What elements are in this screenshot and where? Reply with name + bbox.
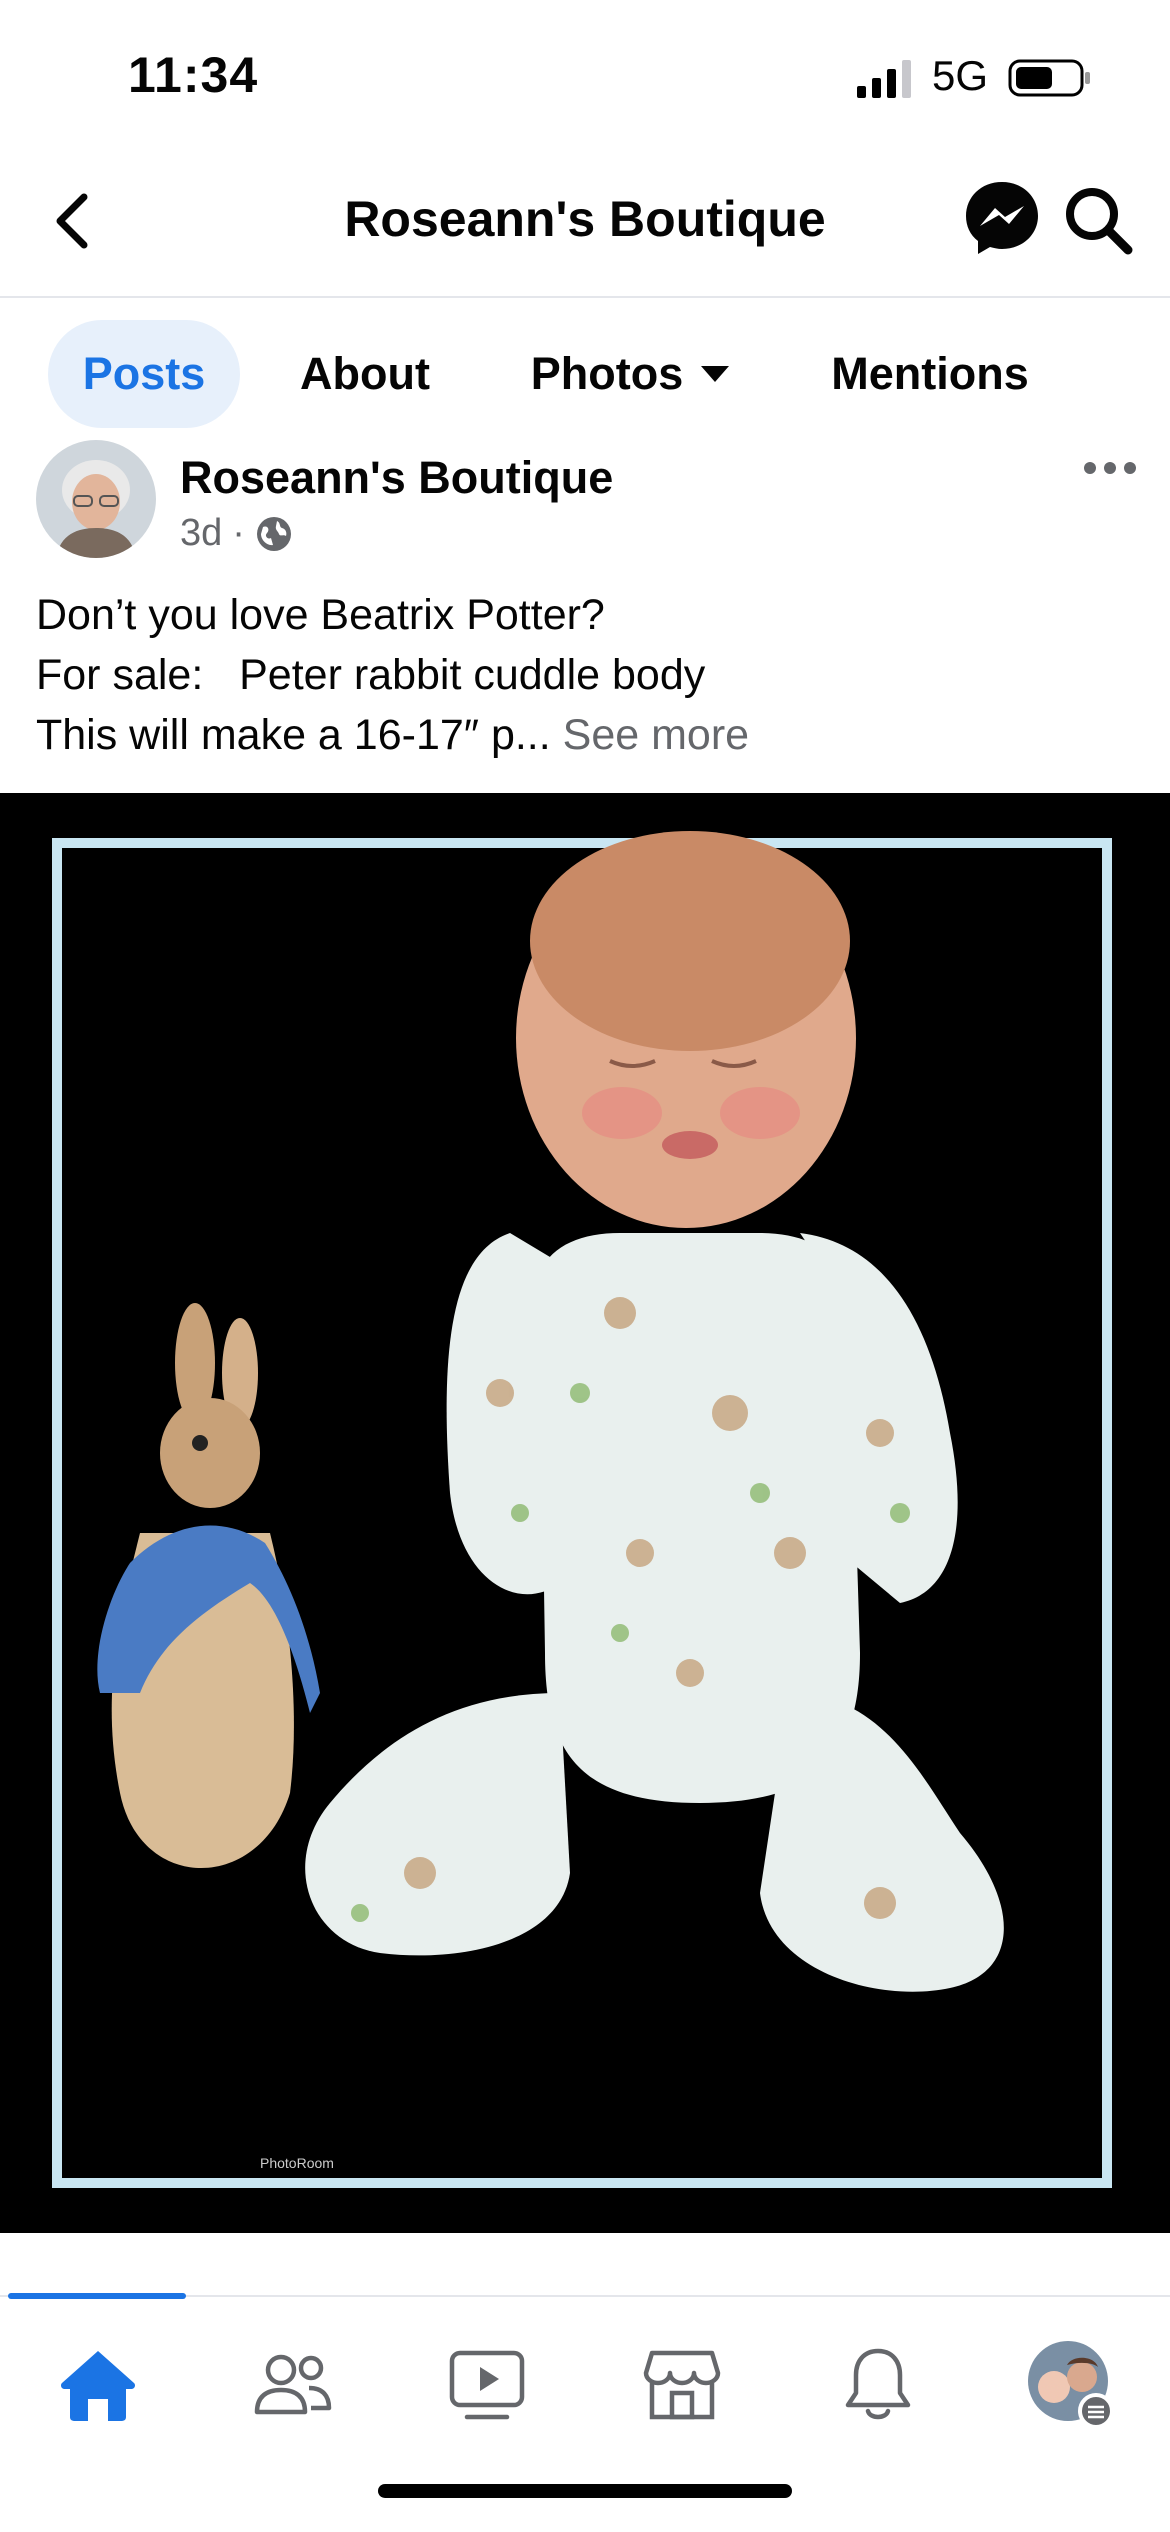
- avatar-image: [36, 440, 156, 558]
- author-avatar[interactable]: [36, 440, 156, 558]
- tab-mentions-label: Mentions: [831, 348, 1029, 399]
- post-text-line: Don’t you love Beatrix Potter?: [36, 591, 605, 639]
- post-more-button[interactable]: [1082, 450, 1138, 486]
- tab-about-label: About: [300, 348, 430, 399]
- post-time[interactable]: 3d: [180, 512, 222, 555]
- marketplace-icon: [643, 2350, 721, 2420]
- battery-icon: [1008, 59, 1090, 97]
- see-more-link[interactable]: See more: [563, 711, 749, 759]
- post-text: Don’t you love Beatrix Potter? For sale:…: [36, 585, 1136, 765]
- active-tab-indicator: [8, 2293, 186, 2299]
- tab-photos-label: Photos: [530, 348, 684, 399]
- tab-posts-label: Posts: [82, 348, 206, 399]
- search-button[interactable]: [1060, 182, 1136, 258]
- bottom-nav: [0, 2293, 1170, 2455]
- nav-marketplace[interactable]: [634, 2337, 730, 2433]
- home-indicator[interactable]: [378, 2484, 792, 2498]
- more-horizontal-icon: [1084, 462, 1136, 474]
- nav-notifications[interactable]: [830, 2337, 926, 2433]
- cellular-signal-icon: [857, 60, 911, 98]
- status-time: 11:34: [128, 47, 259, 103]
- meta-separator: ·: [232, 512, 245, 554]
- search-icon: [1066, 188, 1133, 255]
- network-type: 5G: [932, 52, 989, 99]
- photo-watermark: PhotoRoom: [260, 2155, 334, 2171]
- messenger-button[interactable]: [962, 178, 1042, 258]
- video-icon: [449, 2350, 525, 2420]
- post-text-truncated: This will make a 16-17″ p...: [36, 711, 563, 759]
- post-meta: 3d ·: [180, 512, 293, 555]
- nav-video[interactable]: [439, 2337, 535, 2433]
- page-tabs: Posts About Photos Mentions: [0, 320, 1170, 430]
- friends-icon: [254, 2354, 332, 2415]
- bell-icon: [845, 2348, 911, 2420]
- nav-friends[interactable]: [245, 2337, 341, 2433]
- globe-icon: [256, 516, 291, 551]
- profile-avatar-icon: [1028, 2341, 1114, 2429]
- post-author-name[interactable]: Roseann's Boutique: [180, 452, 613, 504]
- post-text-line: For sale: Peter rabbit cuddle body: [36, 651, 706, 699]
- home-icon: [61, 2351, 135, 2421]
- page-header: Roseann's Boutique: [0, 150, 1170, 298]
- post-text-line: This will make a 16-17″ p... See more: [36, 705, 1136, 765]
- nav-home[interactable]: [50, 2337, 146, 2433]
- doll-photo-illustration: PhotoRoom: [52, 831, 1112, 2188]
- caret-down-icon: [701, 366, 730, 382]
- chevron-left-icon: [56, 193, 88, 249]
- messenger-icon: [966, 182, 1038, 254]
- tab-photos[interactable]: Photos: [510, 320, 750, 428]
- post-photo[interactable]: PhotoRoom: [0, 793, 1170, 2233]
- tab-mentions[interactable]: Mentions: [810, 320, 1050, 428]
- tab-posts[interactable]: Posts: [48, 320, 240, 428]
- status-bar: 11:34 5G: [0, 0, 1170, 150]
- nav-profile-menu[interactable]: [1024, 2337, 1120, 2433]
- tab-about[interactable]: About: [280, 320, 450, 428]
- back-button[interactable]: [42, 186, 102, 256]
